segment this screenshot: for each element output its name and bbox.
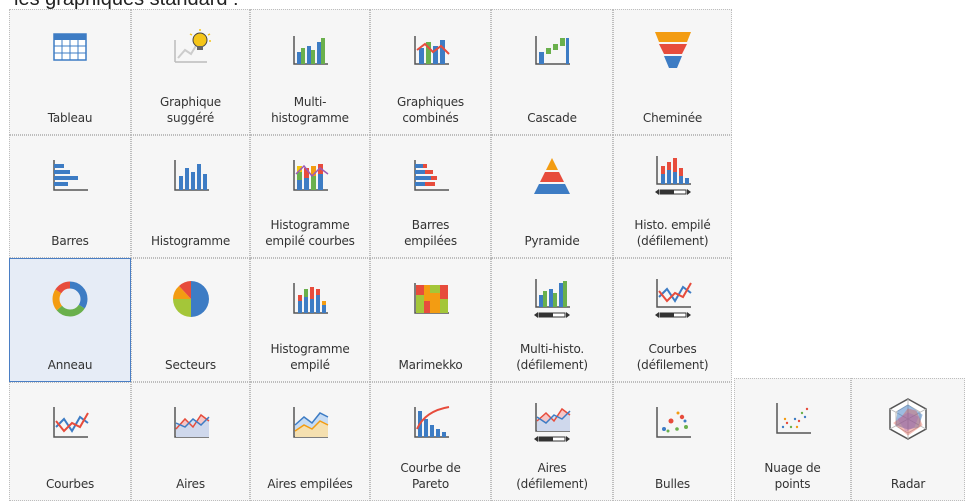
chart-type-pyramide[interactable]: Pyramide xyxy=(491,135,613,258)
chart-type-multi-histogramme[interactable]: Multi- histogramme xyxy=(250,9,370,135)
chart-type-label: Barres empilées xyxy=(404,218,457,248)
chart-type-label: Radar xyxy=(890,477,926,491)
chart-type-label: Graphique suggéré xyxy=(160,95,221,125)
lightbulb-chart-icon xyxy=(167,26,215,74)
chart-type-courbes-defilement[interactable]: Courbes (défilement) xyxy=(613,258,732,382)
chart-type-label: Graphiques combinés xyxy=(396,95,464,125)
chart-type-histo-empile[interactable]: Histogramme empilé xyxy=(250,258,370,382)
chart-type-label: Histogramme empilé courbes xyxy=(265,218,355,248)
stacked-histogram-icon xyxy=(286,275,334,323)
bubble-icon xyxy=(649,399,697,447)
stacked-bars-icon xyxy=(407,152,455,200)
chart-type-label: Courbes xyxy=(45,477,95,491)
chart-type-marimekko[interactable]: Marimekko xyxy=(370,258,491,382)
stacked-histogram-scroll-icon xyxy=(649,152,697,200)
chart-type-histo-empile-defilement[interactable]: Histo. empilé (défilement) xyxy=(613,135,732,258)
chart-type-histo-empile-courbes[interactable]: Histogramme empilé courbes xyxy=(250,135,370,258)
chart-type-tableau[interactable]: Tableau xyxy=(9,9,131,135)
chart-type-label: Tableau xyxy=(47,111,93,125)
chart-type-cascade[interactable]: Cascade xyxy=(491,9,613,135)
chart-type-label: Secteurs xyxy=(165,358,216,372)
area-scroll-icon xyxy=(528,399,576,447)
chart-type-aires-defilement[interactable]: Aires (défilement) xyxy=(491,382,613,501)
chart-type-courbes[interactable]: Courbes xyxy=(9,382,131,501)
chart-type-multi-histo-defilement[interactable]: Multi-histo. (défilement) xyxy=(491,258,613,382)
chart-type-label: Histogramme empilé xyxy=(270,342,350,372)
chart-type-label: Nuage de points xyxy=(764,461,821,491)
chart-type-label: Anneau xyxy=(47,358,93,372)
chart-type-label: Cheminée xyxy=(642,111,703,125)
chart-type-label: Aires xyxy=(176,477,205,491)
chart-type-label: Courbe de Pareto xyxy=(400,461,461,491)
chart-type-label: Aires (défilement) xyxy=(516,461,588,491)
chart-type-label: Multi-histo. (défilement) xyxy=(516,342,588,372)
pyramid-icon xyxy=(528,152,576,200)
area-icon xyxy=(167,399,215,447)
chart-type-anneau[interactable]: Anneau xyxy=(9,258,131,382)
chart-type-cheminee[interactable]: Cheminée xyxy=(613,9,732,135)
chart-type-barres-empilees[interactable]: Barres empilées xyxy=(370,135,491,258)
combined-chart-icon xyxy=(407,26,455,74)
bar-chart-icon xyxy=(46,152,94,200)
chart-type-radar[interactable]: Radar xyxy=(851,378,965,501)
chart-type-secteurs[interactable]: Secteurs xyxy=(131,258,250,382)
scatter-icon xyxy=(769,395,817,443)
chart-type-label: Cascade xyxy=(527,111,577,125)
chart-type-combines[interactable]: Graphiques combinés xyxy=(370,9,491,135)
chart-type-nuage-de-points[interactable]: Nuage de points xyxy=(734,378,851,501)
chart-type-label: Aires empilées xyxy=(267,477,353,491)
marimekko-icon xyxy=(407,275,455,323)
chart-type-label: Bulles xyxy=(655,477,690,491)
multi-histogram-scroll-icon xyxy=(528,275,576,323)
waterfall-icon xyxy=(528,26,576,74)
chart-type-label: Multi- histogramme xyxy=(271,95,349,125)
histogram-icon xyxy=(167,152,215,200)
chart-type-label: Histo. empilé (défilement) xyxy=(634,218,711,248)
chart-type-aires[interactable]: Aires xyxy=(131,382,250,501)
chart-type-aires-empilees[interactable]: Aires empilées xyxy=(250,382,370,501)
lines-scroll-icon xyxy=(649,275,697,323)
chart-type-suggere[interactable]: Graphique suggéré xyxy=(131,9,250,135)
multi-histogram-icon xyxy=(286,26,334,74)
chart-type-label: Histogramme xyxy=(150,234,231,248)
chart-type-label: Courbes (défilement) xyxy=(636,342,709,372)
stacked-histogram-lines-icon xyxy=(286,152,334,200)
chart-type-bulles[interactable]: Bulles xyxy=(613,382,732,501)
pie-icon xyxy=(167,275,215,323)
chart-type-histogramme[interactable]: Histogramme xyxy=(131,135,250,258)
donut-icon xyxy=(46,275,94,323)
chart-type-label: Barres xyxy=(51,234,89,248)
chart-type-barres[interactable]: Barres xyxy=(9,135,131,258)
lines-icon xyxy=(46,399,94,447)
funnel-icon xyxy=(649,26,697,74)
radar-icon xyxy=(884,395,932,443)
chart-type-label: Marimekko xyxy=(398,358,463,372)
stacked-area-icon xyxy=(286,399,334,447)
pareto-icon xyxy=(407,399,455,447)
chart-type-label: Pyramide xyxy=(524,234,580,248)
chart-type-pareto[interactable]: Courbe de Pareto xyxy=(370,382,491,501)
table-icon xyxy=(46,26,94,74)
